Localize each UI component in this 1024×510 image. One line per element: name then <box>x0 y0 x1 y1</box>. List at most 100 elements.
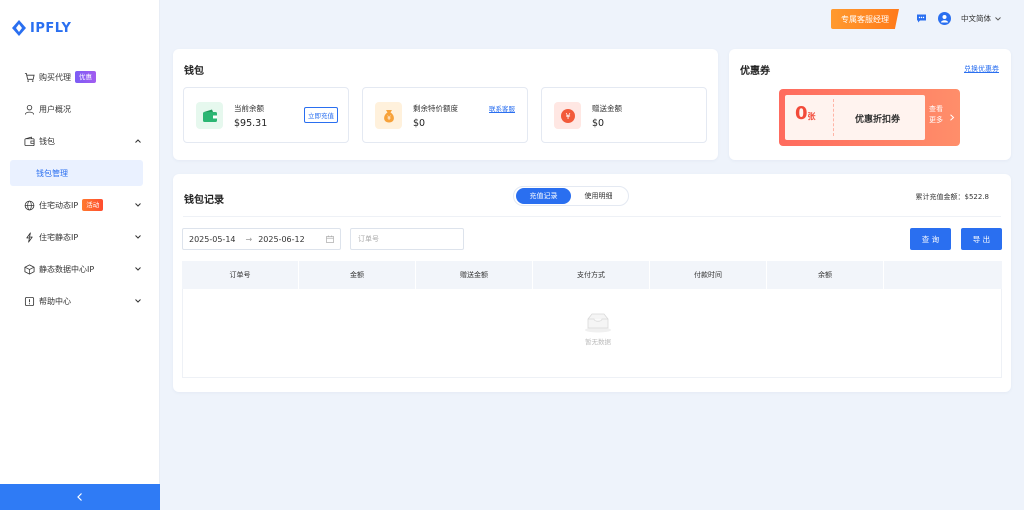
records-title: 钱包记录 <box>184 195 224 206</box>
special-quota-value: $0 <box>413 118 426 129</box>
divider <box>183 216 1001 217</box>
calendar-icon <box>326 235 334 243</box>
contact-support-link[interactable]: 联系客服 <box>489 103 515 113</box>
sidebar-item-residential-static-ip[interactable]: 住宅静态IP <box>0 224 160 250</box>
balance-label: 当前余额 <box>234 104 264 113</box>
coupon-body: 0张 优惠折扣券 <box>785 95 925 140</box>
cart-icon <box>23 71 35 83</box>
sidebar-item-label: 帮助中心 <box>39 296 71 306</box>
svg-text:¥: ¥ <box>387 115 391 122</box>
gift-amount-card: ¥ 赠送金额 $0 <box>541 87 707 143</box>
sidebar-item-buy-proxy[interactable]: 购买代理 优惠 <box>0 64 160 90</box>
sidebar-collapse-button[interactable] <box>0 484 160 510</box>
view-more-line1: 查看 <box>929 105 943 113</box>
sidebar-item-static-datacenter-ip[interactable]: 静态数据中心IP <box>0 256 160 282</box>
sidebar-item-label: 住宅动态IP <box>39 200 79 210</box>
svg-text:¥: ¥ <box>565 112 570 121</box>
redeem-coupon-link[interactable]: 兑换优惠券 <box>964 64 999 74</box>
view-more-coupons[interactable]: 查看 更多 <box>925 97 959 137</box>
event-badge: 活动 <box>82 199 104 211</box>
coupon-title: 优惠券 <box>740 66 770 77</box>
special-quota-card: ¥ 剩余特价额度 $0 联系客服 <box>362 87 528 143</box>
table-body: 暂无数据 <box>182 289 1002 378</box>
records-tabs: 充值记录 使用明细 <box>513 186 629 206</box>
sidebar-item-help-center[interactable]: 帮助中心 <box>0 288 160 314</box>
language-label: 中文简体 <box>961 14 991 23</box>
yen-coin-icon: ¥ <box>554 102 581 129</box>
date-end: 2025-06-12 <box>258 234 305 244</box>
promo-badge: 优惠 <box>75 71 96 83</box>
cube-icon <box>23 263 35 275</box>
recharge-button[interactable]: 立即充值 <box>304 107 338 123</box>
column-header-spacer <box>884 261 1002 289</box>
column-header: 余额 <box>767 261 884 289</box>
chat-icon[interactable] <box>916 13 927 24</box>
avatar[interactable] <box>938 12 951 25</box>
brand-name: IPFLY <box>30 20 72 36</box>
chevron-left-icon <box>77 493 82 501</box>
balance-card: 当前余额 $95.31 立即充值 <box>183 87 349 143</box>
order-number-input[interactable] <box>350 228 464 250</box>
coupon-divider <box>833 99 834 136</box>
sidebar-item-label: 静态数据中心IP <box>39 264 95 274</box>
sidebar-item-residential-dynamic-ip[interactable]: 住宅动态IP 活动 <box>0 192 160 218</box>
wallet-icon <box>23 135 35 147</box>
view-more-line2: 更多 <box>929 116 943 124</box>
chevron-right-icon <box>950 114 955 121</box>
money-bag-icon: ¥ <box>375 102 402 129</box>
sidebar-item-label: 钱包 <box>39 136 55 146</box>
balance-value: $95.31 <box>234 118 268 129</box>
chevron-down-icon <box>135 235 141 239</box>
chevron-down-icon <box>135 267 141 271</box>
coupon-count-unit: 张 <box>807 112 816 121</box>
chevron-down-icon <box>135 203 141 207</box>
sidebar-item-wallet[interactable]: 钱包 <box>0 128 160 154</box>
column-header: 金额 <box>299 261 416 289</box>
gift-amount-value: $0 <box>592 118 605 129</box>
gift-amount-label: 赠送金额 <box>592 104 622 113</box>
column-header: 赠送金额 <box>416 261 533 289</box>
coupon-count: 0张 <box>795 103 816 124</box>
help-icon <box>23 295 35 307</box>
sidebar-item-user-overview[interactable]: 用户概况 <box>0 96 160 122</box>
language-selector[interactable]: 中文简体 <box>961 13 1002 24</box>
chevron-down-icon <box>135 299 141 303</box>
coupon-card: 优惠券 兑换优惠券 0张 优惠折扣券 查看 更多 <box>729 49 1011 160</box>
query-button[interactable]: 查 询 <box>910 228 951 250</box>
arrow-right-icon: → <box>245 234 253 244</box>
column-header: 支付方式 <box>533 261 650 289</box>
discount-coupon[interactable]: 0张 优惠折扣券 查看 更多 <box>779 89 960 146</box>
chevron-up-icon <box>135 139 141 143</box>
wallet-title: 钱包 <box>184 66 204 77</box>
chevron-down-icon <box>995 16 1001 21</box>
wallet-card: 钱包 当前余额 $95.31 立即充值 ¥ 剩余特价额度 $0 联系客服 ¥ 赠… <box>173 49 718 160</box>
special-quota-label: 剩余特价额度 <box>413 104 458 113</box>
customer-service-button[interactable]: 专属客服经理 <box>831 9 899 29</box>
sidebar-item-label: 用户概况 <box>39 104 71 114</box>
coupon-name: 优惠折扣券 <box>855 115 901 125</box>
logo[interactable]: IPFLY <box>12 20 71 36</box>
globe-icon <box>23 199 35 211</box>
empty-box-icon <box>585 313 611 333</box>
empty-state: 暂无数据 <box>578 311 618 346</box>
sidebar-item-label: 住宅静态IP <box>39 232 79 242</box>
tab-recharge-records[interactable]: 充值记录 <box>516 188 571 204</box>
sidebar-item-label: 钱包管理 <box>36 168 68 178</box>
lightning-icon <box>23 231 35 243</box>
column-header: 订单号 <box>182 261 299 289</box>
topbar: 专属客服经理 中文简体 <box>160 0 1024 38</box>
empty-text: 暂无数据 <box>585 338 611 346</box>
sidebar-item-label: 购买代理 <box>39 72 71 82</box>
logo-icon <box>12 20 26 36</box>
wallet-records-card: 钱包记录 充值记录 使用明细 累计充值金额：$522.8 2025-05-14 … <box>173 174 1011 392</box>
table-header: 订单号 金额 赠送金额 支付方式 付款时间 余额 <box>182 261 1002 289</box>
export-button[interactable]: 导 出 <box>961 228 1002 250</box>
total-recharge-amount: 累计充值金额：$522.8 <box>915 193 990 201</box>
sidebar-item-wallet-management[interactable]: 钱包管理 <box>10 160 143 186</box>
column-header: 付款时间 <box>650 261 767 289</box>
date-start: 2025-05-14 <box>189 234 236 244</box>
user-icon <box>23 103 35 115</box>
date-range-picker[interactable]: 2025-05-14 → 2025-06-12 <box>182 228 341 250</box>
tab-usage-details[interactable]: 使用明细 <box>571 188 626 204</box>
sidebar: IPFLY 购买代理 优惠 用户概况 钱包 钱包管理 住宅动态IP 活动 住宅静… <box>0 0 160 510</box>
